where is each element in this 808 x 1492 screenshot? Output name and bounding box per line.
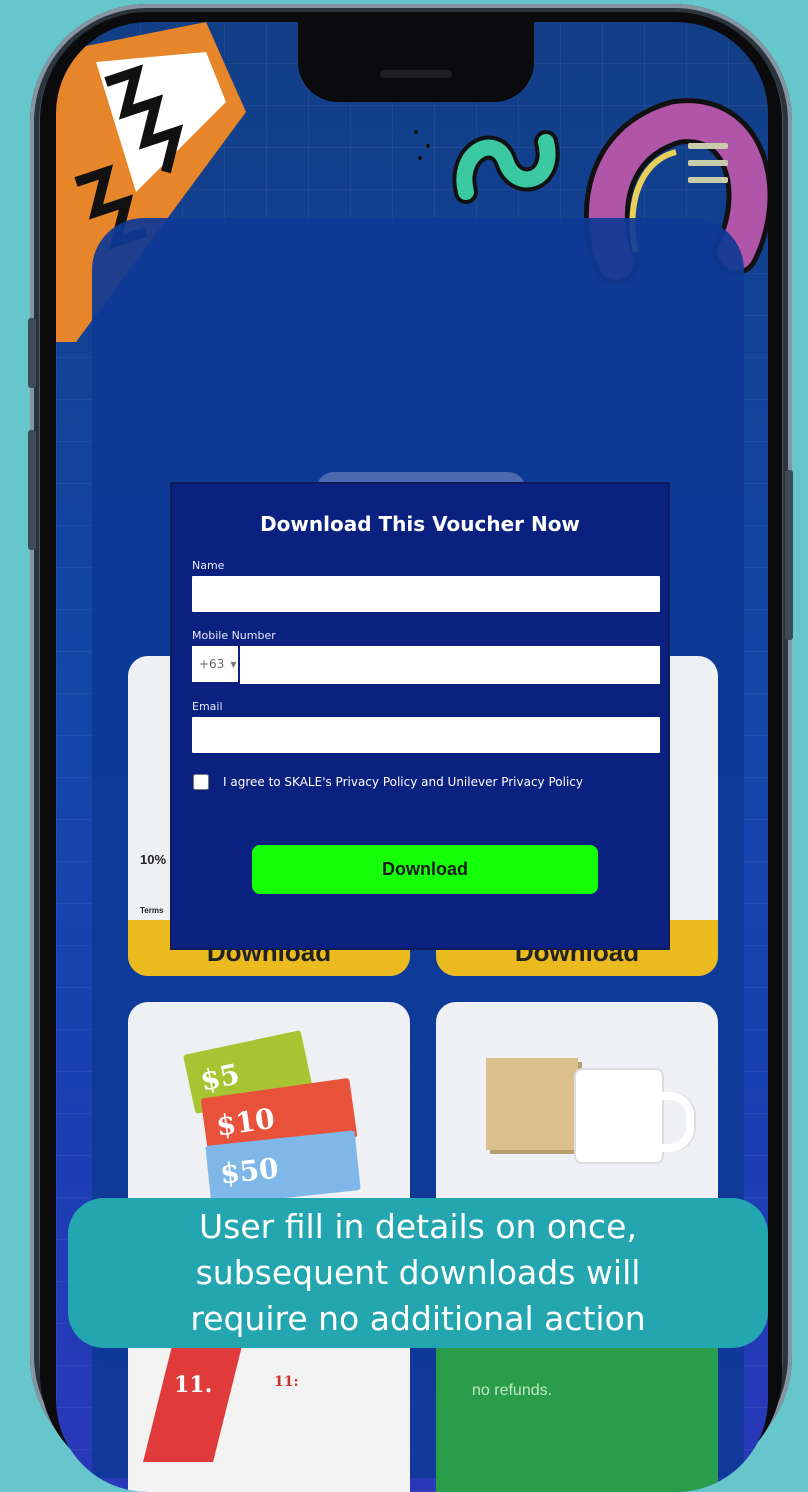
promo-text: no refunds. xyxy=(472,1382,553,1399)
card-discount-text: 10% xyxy=(140,852,167,867)
mobile-number-input[interactable] xyxy=(240,646,660,684)
name-label: Name xyxy=(192,559,225,572)
mug-handle xyxy=(660,1092,694,1152)
menu-icon[interactable] xyxy=(688,143,728,193)
promo-red-shape xyxy=(143,1342,243,1462)
phone-side-button xyxy=(785,470,793,640)
privacy-agree-row: I agree to SKALE's Privacy Policy and Un… xyxy=(193,774,583,790)
card-terms-text: Terms xyxy=(140,906,164,915)
gift-box-image xyxy=(486,1058,578,1150)
phone-notch xyxy=(298,22,534,102)
mug-image xyxy=(576,1070,662,1162)
promo-label: 11: xyxy=(274,1374,299,1390)
country-code-value: +63 xyxy=(199,657,225,671)
privacy-agree-checkbox[interactable] xyxy=(193,774,209,790)
caption-line: subsequent downloads will xyxy=(195,1253,641,1292)
country-code-select[interactable]: +63 ▼ xyxy=(192,646,240,682)
chevron-down-icon: ▼ xyxy=(230,659,237,669)
promo-label: 11. xyxy=(174,1372,213,1398)
caption-callout: User fill in details on once, subsequent… xyxy=(68,1198,768,1348)
mobile-number-label: Mobile Number xyxy=(192,629,276,642)
caption-line: require no additional action xyxy=(190,1299,646,1338)
caption-line: User fill in details on once, xyxy=(199,1207,637,1246)
email-field[interactable] xyxy=(192,717,660,753)
download-button[interactable]: Download xyxy=(252,845,598,894)
mobile-number-field: +63 ▼ xyxy=(192,646,660,684)
name-field[interactable] xyxy=(192,576,660,612)
phone-speaker xyxy=(380,70,452,78)
email-label: Email xyxy=(192,700,223,713)
phone-side-button xyxy=(28,318,36,388)
phone-side-button xyxy=(28,430,36,550)
privacy-agree-text: I agree to SKALE's Privacy Policy and Un… xyxy=(223,775,583,789)
modal-title: Download This Voucher Now xyxy=(260,512,580,536)
